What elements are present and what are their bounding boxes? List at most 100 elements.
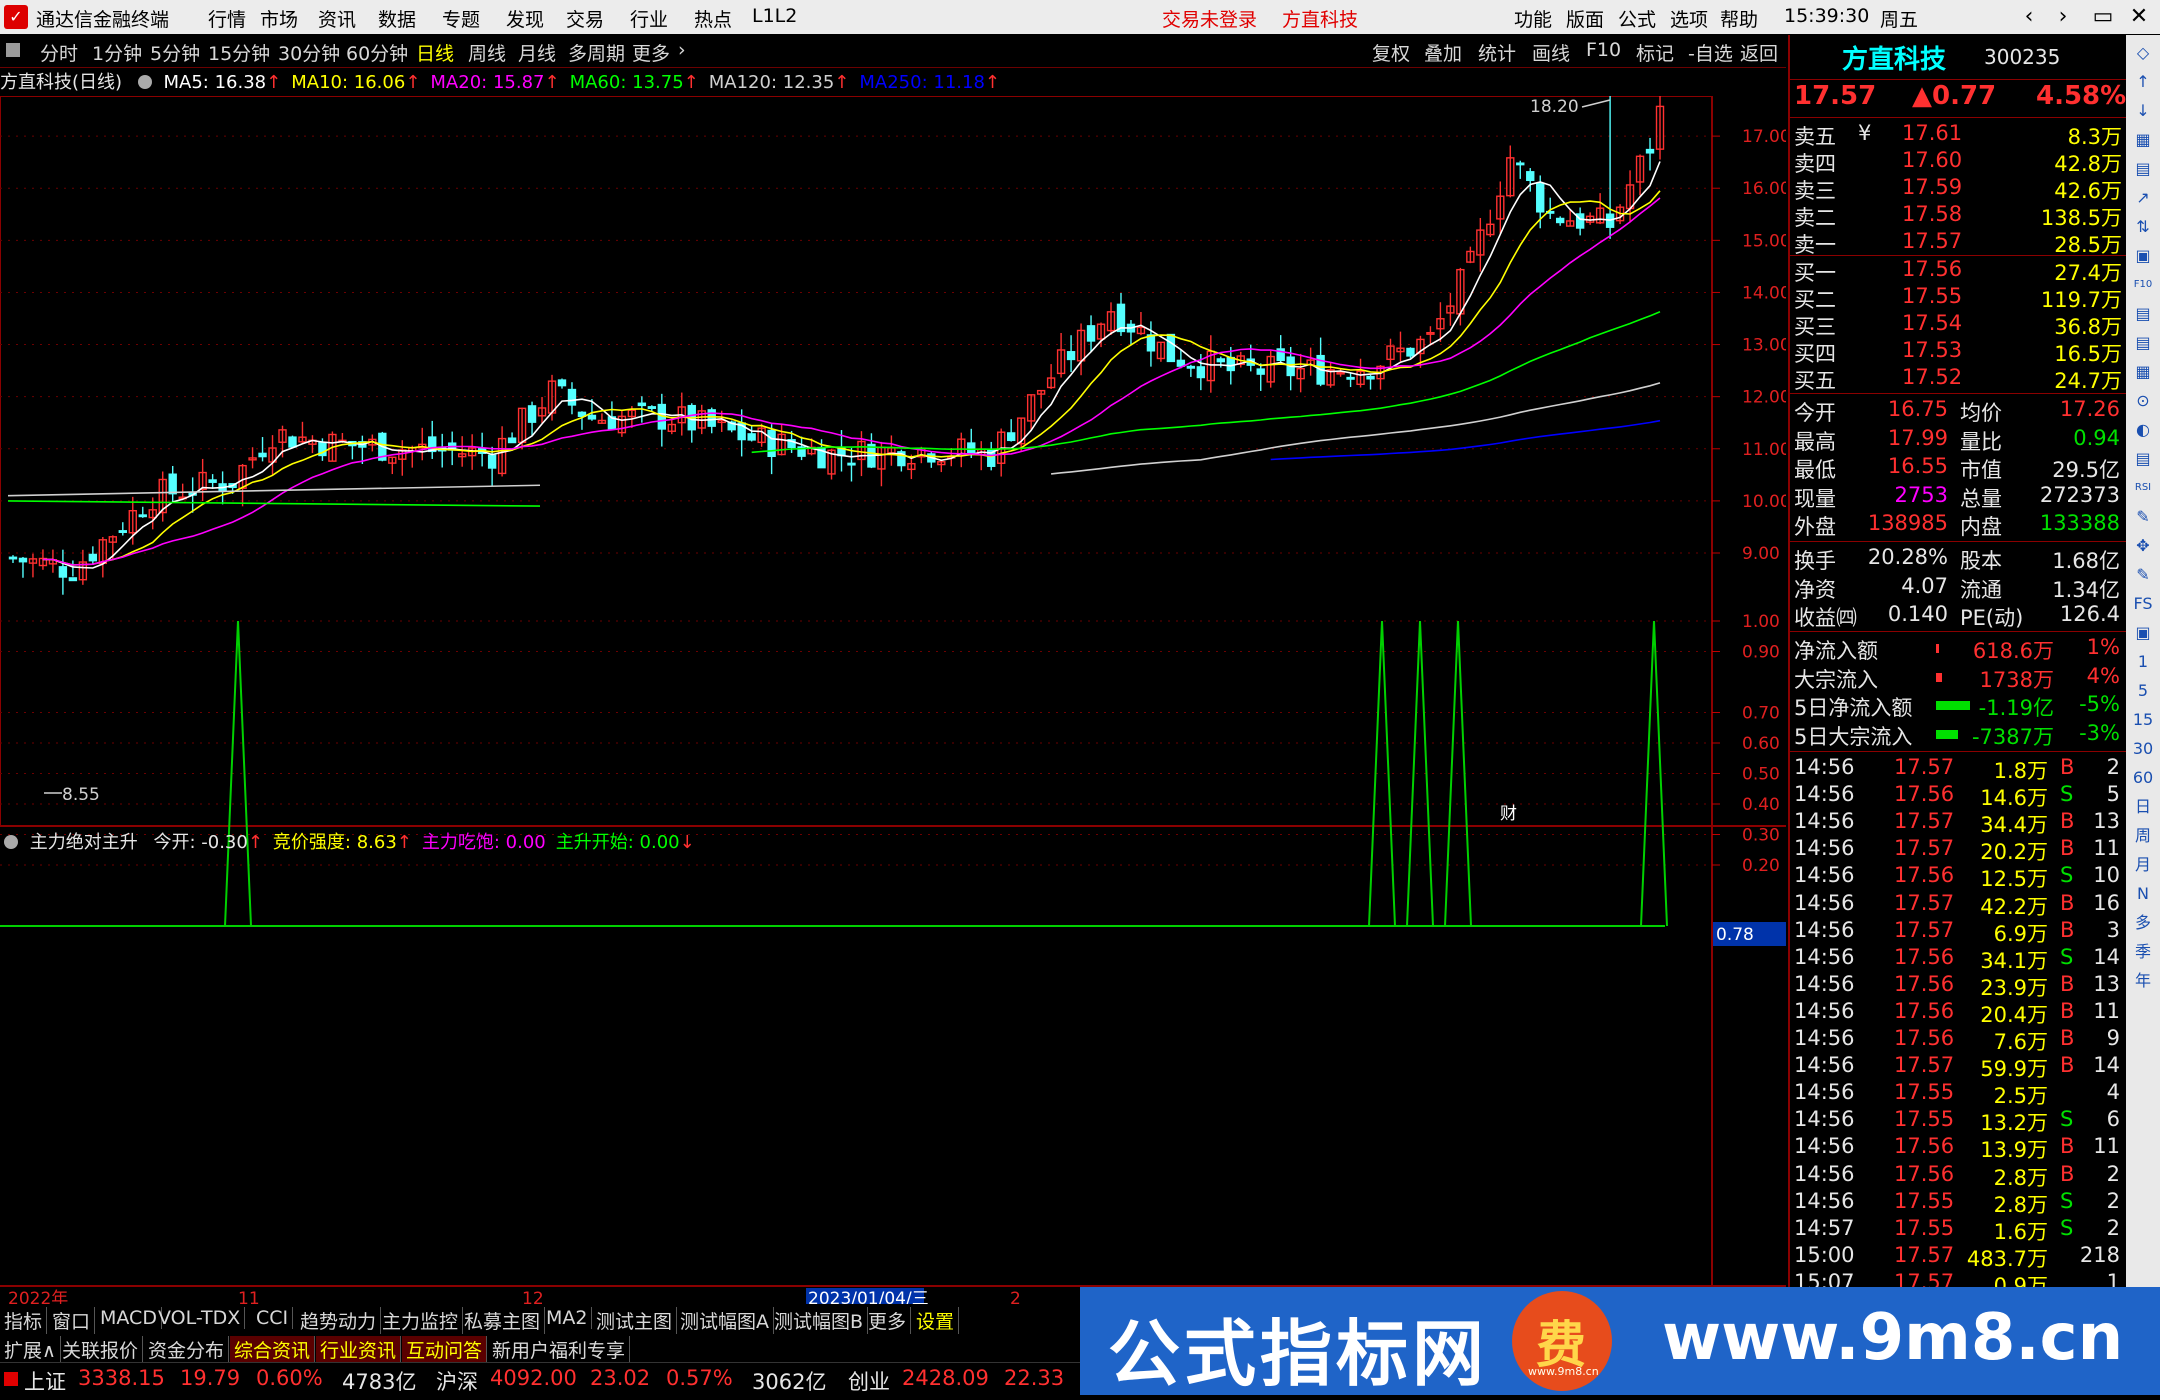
menu-7[interactable]: 行业 <box>630 5 668 32</box>
restore-icon[interactable]: ▭ <box>2086 3 2120 31</box>
menu-9[interactable]: L1L2 <box>752 5 797 27</box>
menu-8[interactable]: 热点 <box>694 5 732 32</box>
indicator-settings-dot-icon[interactable] <box>4 835 18 849</box>
sh-index-name[interactable]: 上证 <box>24 1366 66 1396</box>
settings-dot-icon[interactable] <box>137 75 152 89</box>
period-tab-1[interactable]: 1分钟 <box>92 39 142 66</box>
period-tab-0[interactable]: 分时 <box>40 39 78 66</box>
indicator-tab-5[interactable]: 趋势动力 <box>296 1307 382 1334</box>
info-tab-1[interactable]: 关联报价 <box>58 1336 144 1363</box>
chart-button-3[interactable]: 画线 <box>1532 39 1570 66</box>
menu-2[interactable]: 资讯 <box>318 5 356 32</box>
sidebar-icon-1[interactable]: ↑ <box>2131 70 2155 94</box>
menu-6[interactable]: 交易 <box>566 5 604 32</box>
chart-button-1[interactable]: 叠加 <box>1424 39 1462 66</box>
sidebar-icon-32[interactable]: 年 <box>2131 969 2155 993</box>
menu-3[interactable]: 数据 <box>378 5 416 32</box>
chart-button-4[interactable]: F10 <box>1586 39 1621 61</box>
sidebar-icon-3[interactable]: ▦ <box>2131 128 2155 152</box>
sidebar-icon-25[interactable]: 60 <box>2131 766 2155 790</box>
sidebar-icon-9[interactable]: ▤ <box>2131 302 2155 326</box>
period-tab-10[interactable]: 更多 <box>632 39 670 66</box>
period-tab-4[interactable]: 30分钟 <box>278 39 340 66</box>
sidebar-icon-14[interactable]: ▤ <box>2131 447 2155 471</box>
sidebar-icon-11[interactable]: ▦ <box>2131 360 2155 384</box>
sidebar-icon-6[interactable]: ⇅ <box>2131 215 2155 239</box>
sidebar-icon-0[interactable]: ◇ <box>2131 41 2155 65</box>
finance-marker[interactable]: 财 <box>1500 804 1517 824</box>
menu-1[interactable]: 市场 <box>260 5 298 32</box>
menu-0[interactable]: 行情 <box>208 5 246 32</box>
info-tab-5[interactable]: 互动问答 <box>402 1336 488 1363</box>
menu-4[interactable]: 专题 <box>442 5 480 32</box>
period-tab-2[interactable]: 5分钟 <box>150 39 200 66</box>
right-menu-0[interactable]: 功能 <box>1514 5 1552 32</box>
info-tab-3[interactable]: 综合资讯 <box>230 1336 316 1363</box>
sidebar-icon-28[interactable]: 月 <box>2131 853 2155 877</box>
sidebar-icon-7[interactable]: ▣ <box>2131 244 2155 268</box>
sidebar-icon-15[interactable]: RSI <box>2131 476 2155 500</box>
sidebar-icon-2[interactable]: ↓ <box>2131 99 2155 123</box>
sidebar-icon-10[interactable]: ▤ <box>2131 331 2155 355</box>
sidebar-icon-16[interactable]: ✎ <box>2131 505 2155 529</box>
chart-button-2[interactable]: 统计 <box>1478 39 1516 66</box>
sidebar-icon-29[interactable]: N <box>2131 882 2155 906</box>
more-arrow-icon[interactable]: › <box>678 39 686 61</box>
chart-button-6[interactable]: -自选 <box>1688 39 1733 66</box>
sidebar-icon-18[interactable]: ✎ <box>2131 563 2155 587</box>
indicator-tab-0[interactable]: 指标 <box>0 1307 48 1334</box>
period-tab-5[interactable]: 60分钟 <box>346 39 408 66</box>
indicator-tab-4[interactable]: CCI <box>252 1307 294 1329</box>
sidebar-icon-12[interactable]: ⊙ <box>2131 389 2155 413</box>
period-tab-8[interactable]: 月线 <box>518 39 556 66</box>
sidebar-icon-5[interactable]: ↗ <box>2131 186 2155 210</box>
indicator-tab-6[interactable]: 主力监控 <box>378 1307 464 1334</box>
sidebar-icon-22[interactable]: 5 <box>2131 679 2155 703</box>
sidebar-icon-21[interactable]: 1 <box>2131 650 2155 674</box>
period-tab-3[interactable]: 15分钟 <box>208 39 270 66</box>
indicator-tab-3[interactable]: VOL-TDX <box>154 1307 246 1329</box>
sidebar-icon-17[interactable]: ✥ <box>2131 534 2155 558</box>
right-menu-1[interactable]: 版面 <box>1566 5 1604 32</box>
sidebar-icon-19[interactable]: FS <box>2131 592 2155 616</box>
info-tab-0[interactable]: 扩展∧ <box>0 1336 61 1363</box>
sidebar-icon-20[interactable]: ▣ <box>2131 621 2155 645</box>
chart-button-7[interactable]: 返回 <box>1740 39 1778 66</box>
forward-icon[interactable]: › <box>2046 3 2080 31</box>
indicator-tab-1[interactable]: 窗口 <box>48 1307 96 1334</box>
indicator-tab-10[interactable]: 测试幅图A <box>676 1307 774 1334</box>
indicator-tab-13[interactable]: 设置 <box>912 1307 960 1334</box>
login-status[interactable]: 交易未登录 <box>1162 5 1257 32</box>
hs-index-name[interactable]: 沪深 <box>436 1366 478 1396</box>
info-tab-2[interactable]: 资金分布 <box>144 1336 230 1363</box>
period-tab-9[interactable]: 多周期 <box>568 39 625 66</box>
indicator-tab-9[interactable]: 测试主图 <box>592 1307 678 1334</box>
close-icon[interactable]: ✕ <box>2122 3 2156 31</box>
chart-area[interactable]: 17.00 16.00 15.00 14.00 13.00 12.00 11.00 10.00… <box>0 96 1786 1304</box>
info-tab-4[interactable]: 行业资讯 <box>316 1336 402 1363</box>
chart-button-5[interactable]: 标记 <box>1636 39 1674 66</box>
indicator-tab-12[interactable]: 更多 <box>864 1307 912 1334</box>
sidebar-icon-26[interactable]: 日 <box>2131 795 2155 819</box>
period-tab-6[interactable]: 日线 <box>416 39 454 66</box>
sidebar-icon-30[interactable]: 多 <box>2131 911 2155 935</box>
sidebar-icon-13[interactable]: ◐ <box>2131 418 2155 442</box>
period-tab-7[interactable]: 周线 <box>468 39 506 66</box>
right-menu-4[interactable]: 帮助 <box>1720 5 1758 32</box>
indicator-tab-11[interactable]: 测试幅图B <box>770 1307 869 1334</box>
right-menu-3[interactable]: 选项 <box>1670 5 1708 32</box>
back-icon[interactable]: ‹ <box>2012 3 2046 31</box>
info-tab-6[interactable]: 新用户福利专享 <box>488 1336 631 1363</box>
sidebar-icon-4[interactable]: ▤ <box>2131 157 2155 181</box>
right-menu-2[interactable]: 公式 <box>1618 5 1656 32</box>
sidebar-icon-31[interactable]: 季 <box>2131 940 2155 964</box>
indicator-tab-8[interactable]: MA2 <box>542 1307 593 1329</box>
menu-5[interactable]: 发现 <box>506 5 544 32</box>
cy-index-name[interactable]: 创业 <box>848 1366 890 1396</box>
sidebar-icon-24[interactable]: 30 <box>2131 737 2155 761</box>
sidebar-icon-8[interactable]: F10 <box>2131 273 2155 297</box>
chart-button-0[interactable]: 复权 <box>1372 39 1410 66</box>
sidebar-icon-23[interactable]: 15 <box>2131 708 2155 732</box>
sidebar-icon-27[interactable]: 周 <box>2131 824 2155 848</box>
indicator-tab-7[interactable]: 私募主图 <box>460 1307 546 1334</box>
